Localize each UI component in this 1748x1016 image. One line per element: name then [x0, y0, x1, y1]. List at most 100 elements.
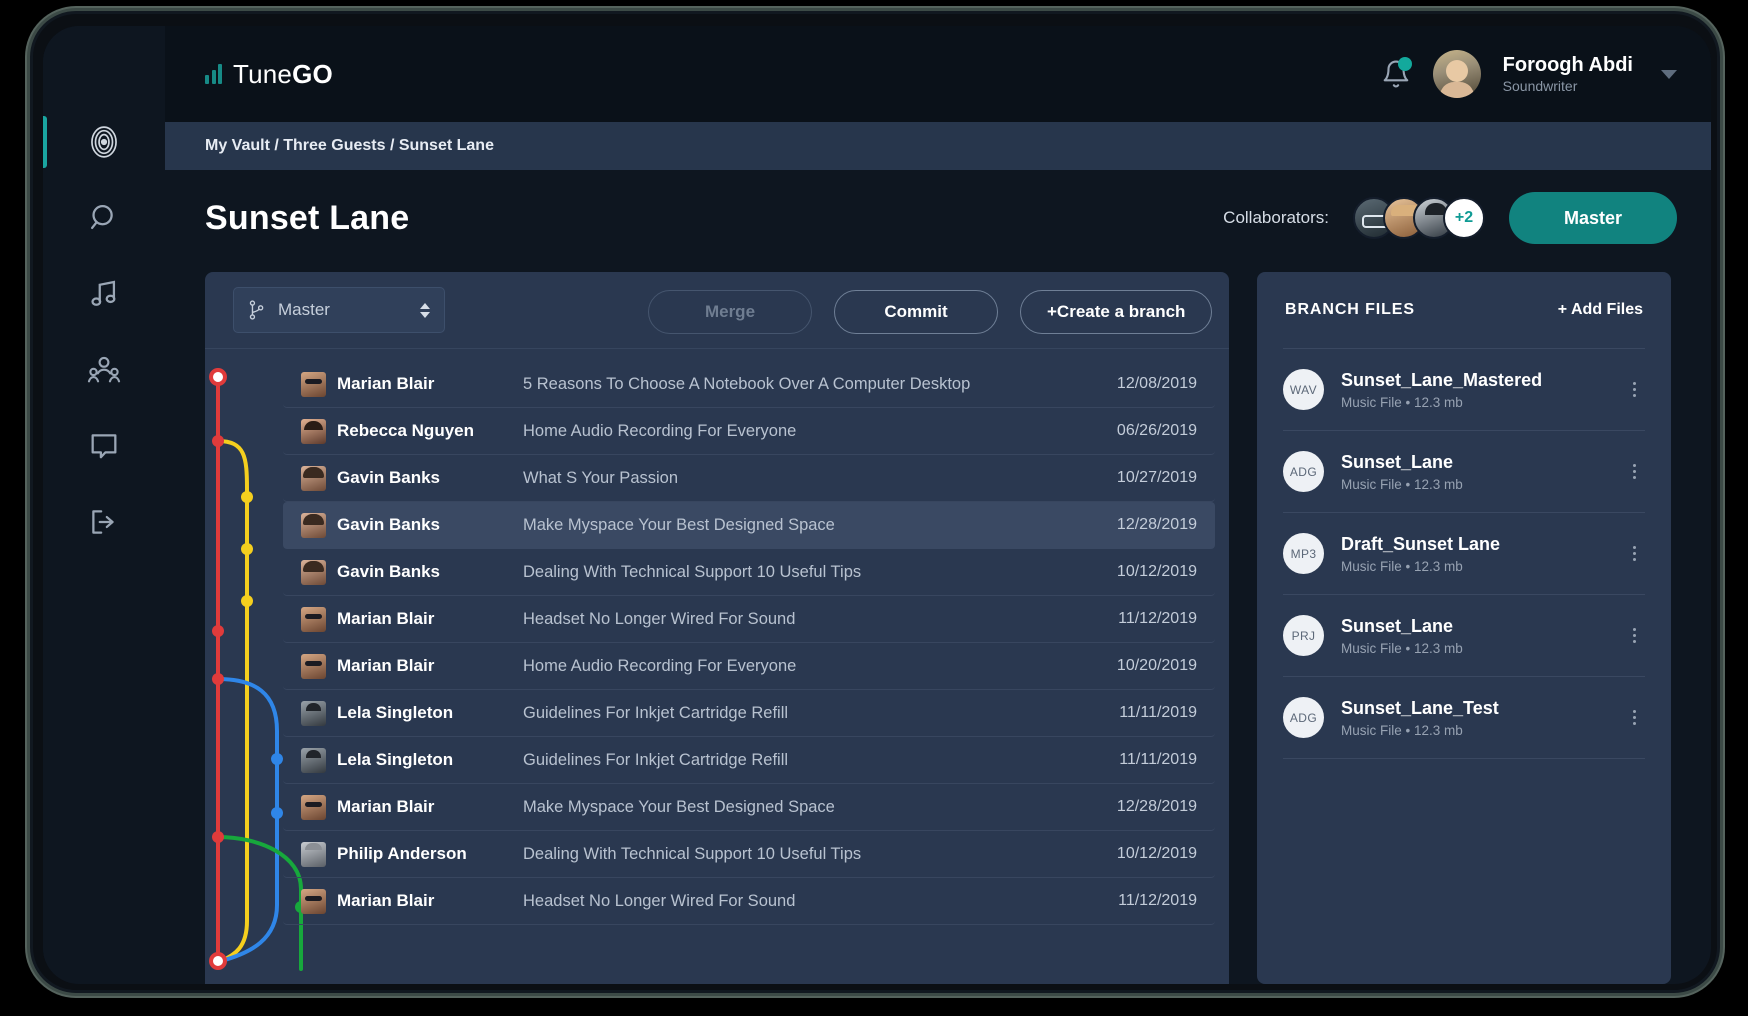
file-name: Sunset_Lane	[1341, 452, 1623, 473]
branch-files-panel: BRANCH FILES + Add Files WAV Sunset_Lane_…	[1257, 272, 1671, 984]
user-meta: Foroogh Abdi Soundwriter	[1503, 53, 1633, 96]
commit-author: Marian Blair	[337, 797, 523, 817]
table-row[interactable]: Rebecca NguyenHome Audio Recording For E…	[283, 408, 1215, 455]
branch-select-value: Master	[278, 300, 408, 320]
user-role: Soundwriter	[1503, 78, 1633, 96]
table-row[interactable]: Marian BlairHeadset No Longer Wired For …	[283, 596, 1215, 643]
table-row[interactable]: Marian BlairMake Myspace Your Best Desig…	[283, 784, 1215, 831]
table-row[interactable]: Gavin BanksWhat S Your Passion10/27/2019	[283, 455, 1215, 502]
file-name: Draft_Sunset Lane	[1341, 534, 1623, 555]
kebab-menu-icon[interactable]	[1623, 382, 1645, 397]
sidebar-item-search[interactable]	[43, 180, 165, 256]
list-item[interactable]: MP3 Draft_Sunset Lane Music File • 12.3 mb	[1283, 512, 1645, 594]
commit-message: Make Myspace Your Best Designed Space	[523, 516, 1085, 535]
file-subtitle: Music File • 12.3 mb	[1341, 723, 1623, 738]
avatar	[301, 654, 326, 679]
collaborator-overflow-count[interactable]: +2	[1443, 197, 1485, 239]
music-note-icon	[87, 277, 121, 311]
file-subtitle: Music File • 12.3 mb	[1341, 641, 1623, 656]
file-type-badge: MP3	[1283, 533, 1324, 574]
branch-icon	[248, 300, 266, 320]
table-row[interactable]: Gavin BanksDealing With Technical Suppor…	[283, 549, 1215, 596]
merge-button[interactable]: Merge	[648, 290, 812, 334]
sidebar-active-indicator	[43, 192, 47, 244]
file-meta: Sunset_Lane Music File • 12.3 mb	[1341, 452, 1623, 492]
file-name: Sunset_Lane_Test	[1341, 698, 1623, 719]
brand-logo[interactable]: TuneGO	[205, 59, 333, 90]
sidebar-item-vault[interactable]	[43, 104, 165, 180]
bell-icon[interactable]	[1381, 58, 1411, 90]
file-meta: Sunset_Lane_Test Music File • 12.3 mb	[1341, 698, 1623, 738]
kebab-menu-icon[interactable]	[1623, 546, 1645, 561]
commit-author: Gavin Banks	[337, 515, 523, 535]
commit-date: 12/28/2019	[1085, 516, 1197, 534]
branch-files-title: BRANCH FILES	[1285, 301, 1415, 319]
table-row[interactable]: Philip AndersonDealing With Technical Su…	[283, 831, 1215, 878]
file-subtitle: Music File • 12.3 mb	[1341, 477, 1623, 492]
master-button[interactable]: Master	[1509, 192, 1677, 244]
branch-select[interactable]: Master	[233, 287, 445, 333]
table-row[interactable]: Marian Blair5 Reasons To Choose A Notebo…	[283, 361, 1215, 408]
avatar[interactable]	[1433, 50, 1481, 98]
collaborators-label: Collaborators:	[1223, 208, 1329, 228]
commit-author: Marian Blair	[337, 609, 523, 629]
file-subtitle: Music File • 12.3 mb	[1341, 559, 1623, 574]
file-type-badge: PRJ	[1283, 615, 1324, 656]
branch-toolbar: Master Merge Commit +Create a branch	[205, 272, 1229, 348]
breadcrumb[interactable]: My Vault / Three Guests / Sunset Lane	[205, 137, 494, 155]
commit-message: What S Your Passion	[523, 469, 1085, 488]
sidebar-item-collaborators[interactable]	[43, 332, 165, 408]
file-type-badge: WAV	[1283, 369, 1324, 410]
kebab-menu-icon[interactable]	[1623, 628, 1645, 643]
branch-history-panel: Master Merge Commit +Create a branch	[205, 272, 1229, 984]
sidebar-item-logout[interactable]	[43, 484, 165, 560]
commit-author: Rebecca Nguyen	[337, 421, 523, 441]
commit-author: Marian Blair	[337, 656, 523, 676]
list-item[interactable]: ADGSunset_Lane_TestMusic File • 12.3 mb	[1283, 676, 1645, 758]
table-row[interactable]: Lela SingletonGuidelines For Inkjet Cart…	[283, 737, 1215, 784]
commit-button[interactable]: Commit	[834, 290, 998, 334]
file-subtitle: Music File • 12.3 mb	[1341, 395, 1623, 410]
kebab-menu-icon[interactable]	[1623, 464, 1645, 479]
commit-author: Marian Blair	[337, 891, 523, 911]
chevron-down-icon[interactable]	[1661, 70, 1677, 79]
avatar	[301, 748, 326, 773]
collaborators-icon	[87, 353, 121, 387]
sidebar-item-music[interactable]	[43, 256, 165, 332]
table-row[interactable]: Gavin BanksMake Myspace Your Best Design…	[283, 502, 1215, 549]
file-name: Sunset_Lane_Mastered	[1341, 370, 1623, 391]
create-branch-button[interactable]: +Create a branch	[1020, 290, 1212, 334]
sidebar-active-indicator	[43, 420, 47, 472]
list-item[interactable]: WAV Sunset_Lane_Mastered Music File • 12.3…	[1283, 348, 1645, 430]
collaborator-avatars: +2	[1353, 197, 1485, 239]
add-files-button[interactable]: + Add Files	[1558, 301, 1643, 319]
commit-date: 10/20/2019	[1085, 657, 1197, 675]
commit-message: Make Myspace Your Best Designed Space	[523, 798, 1085, 817]
commit-date: 11/11/2019	[1085, 704, 1197, 722]
table-row[interactable]: Marian BlairHeadset No Longer Wired For …	[283, 878, 1215, 925]
list-item[interactable]: PRJSunset_LaneMusic File • 12.3 mb	[1283, 594, 1645, 676]
user-name: Foroogh Abdi	[1503, 53, 1633, 78]
commit-date: 11/11/2019	[1085, 751, 1197, 769]
commit-message: Headset No Longer Wired For Sound	[523, 892, 1085, 911]
up-down-stepper-icon[interactable]	[420, 303, 430, 318]
file-meta: Sunset_Lane_Mastered Music File • 12.3 mb	[1341, 370, 1623, 410]
branch-files-list: WAV Sunset_Lane_Mastered Music File • 12.3…	[1257, 348, 1671, 758]
commit-area: Marian Blair5 Reasons To Choose A Notebo…	[205, 348, 1229, 984]
list-item[interactable]: ADGSunset_LaneMusic File • 12.3 mb	[1283, 430, 1645, 512]
commit-author: Lela Singleton	[337, 750, 523, 770]
commit-date: 12/08/2019	[1085, 375, 1197, 393]
page-title: Sunset Lane	[205, 199, 409, 238]
commit-message: Guidelines For Inkjet Cartridge Refill	[523, 751, 1085, 770]
table-row[interactable]: Marian BlairHome Audio Recording For Eve…	[283, 643, 1215, 690]
table-row[interactable]: Lela SingletonGuidelines For Inkjet Cart…	[283, 690, 1215, 737]
commit-date: 11/12/2019	[1085, 892, 1197, 910]
notification-badge-dot	[1398, 57, 1412, 71]
sidebar-item-messages[interactable]	[43, 408, 165, 484]
avatar	[301, 372, 326, 397]
kebab-menu-icon[interactable]	[1623, 710, 1645, 725]
sidebar-active-indicator	[43, 116, 47, 168]
avatar	[301, 701, 326, 726]
commit-message: Home Audio Recording For Everyone	[523, 422, 1085, 441]
bar-chart-logo-icon	[205, 64, 222, 84]
